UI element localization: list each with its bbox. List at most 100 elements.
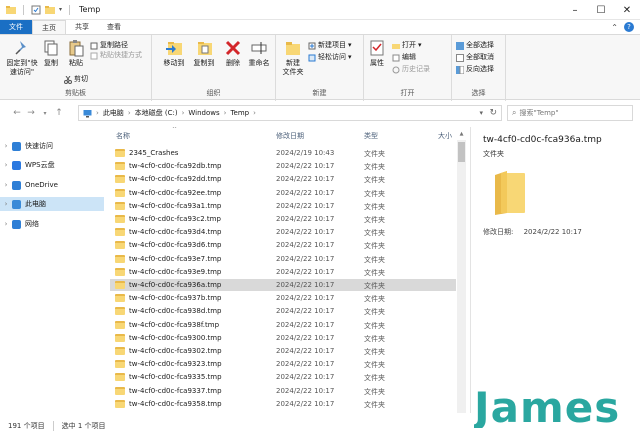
search-box[interactable]: ⌕ 搜索"Temp" xyxy=(507,105,633,121)
file-row[interactable]: 2345_Crashes 2024/2/19 10:43 文件夹 xyxy=(110,147,456,159)
column-size[interactable]: 大小 xyxy=(438,131,452,141)
easy-access-button[interactable]: 轻松访问 ▾ xyxy=(308,53,352,62)
breadcrumb-temp[interactable]: Temp xyxy=(230,109,249,117)
new-folder-button[interactable]: 新建 文件夹 xyxy=(280,39,306,77)
file-row[interactable]: tw-4cf0-cd0c-fca92dd.tmp 2024/2/22 10:17 文… xyxy=(110,173,456,185)
column-headers: ^ 名称 修改日期 类型 大小 xyxy=(110,127,456,143)
invert-selection-button[interactable]: 反向选择 xyxy=(456,65,494,74)
nav-item-onedrive[interactable]: › OneDrive xyxy=(0,178,104,192)
file-row[interactable]: tw-4cf0-cd0c-fca9302.tmp 2024/2/22 10:17 文… xyxy=(110,345,456,357)
nav-item-quick-access[interactable]: › 快速访问 xyxy=(0,139,104,153)
rename-button[interactable]: 重命名 xyxy=(246,39,272,68)
file-name: tw-4cf0-cd0c-fca9337.tmp xyxy=(129,386,222,395)
copy-to-button[interactable]: 复制到 xyxy=(190,39,218,68)
file-row[interactable]: tw-4cf0-cd0c-fca938d.tmp 2024/2/22 10:17 文… xyxy=(110,305,456,317)
file-type: 文件夹 xyxy=(364,150,385,158)
paste-shortcut-button[interactable]: 粘贴快捷方式 xyxy=(90,51,142,60)
scroll-up-icon[interactable]: ▲ xyxy=(457,131,466,140)
select-all-button[interactable]: 全部选择 xyxy=(456,41,494,50)
properties-icon xyxy=(370,40,384,56)
address-bar[interactable]: › 此电脑 › 本地磁盘 (C:) › Windows › Temp › ▾ ↻ xyxy=(78,105,502,121)
new-item-button[interactable]: 新建项目 ▾ xyxy=(308,41,352,50)
copy-to-icon xyxy=(198,42,212,55)
toolbar-divider xyxy=(69,4,71,15)
file-row[interactable]: tw-4cf0-cd0c-fca93a1.tmp 2024/2/22 10:17 文… xyxy=(110,200,456,212)
breadcrumb-local-disk[interactable]: 本地磁盘 (C:) xyxy=(135,108,178,118)
edit-button[interactable]: 编辑 xyxy=(392,53,416,62)
nav-item-this-pc[interactable]: › 此电脑 xyxy=(0,197,104,211)
open-button[interactable]: 打开 ▾ xyxy=(392,41,422,50)
pin-quick-access-button[interactable]: 固定到"快 速访问" xyxy=(4,39,40,77)
history-icon xyxy=(392,66,400,73)
collapse-ribbon-icon[interactable]: ⌃ xyxy=(611,23,618,32)
file-row[interactable]: tw-4cf0-cd0c-fca93d4.tmp 2024/2/22 10:17 文… xyxy=(110,226,456,238)
expand-chevron-icon[interactable]: › xyxy=(0,142,12,150)
cut-button[interactable]: 剪切 xyxy=(64,75,88,84)
move-to-button[interactable]: 移动到 xyxy=(160,39,188,68)
file-row[interactable]: tw-4cf0-cd0c-fca93e7.tmp 2024/2/22 10:17 文… xyxy=(110,253,456,265)
up-arrow-icon[interactable]: ↑ xyxy=(52,108,66,118)
properties-icon[interactable] xyxy=(31,5,41,15)
column-date[interactable]: 修改日期 xyxy=(276,131,304,141)
file-name: tw-4cf0-cd0c-fca9323.tmp xyxy=(129,360,222,369)
recent-dropdown-icon[interactable]: ▾ xyxy=(38,110,52,117)
breadcrumb-this-pc[interactable]: 此电脑 xyxy=(103,108,124,118)
file-type: 文件夹 xyxy=(364,229,385,238)
file-row[interactable]: tw-4cf0-cd0c-fca9300.tmp 2024/2/22 10:17 文… xyxy=(110,332,456,344)
vertical-scrollbar[interactable]: ▲ xyxy=(457,131,466,413)
scrollbar-thumb[interactable] xyxy=(458,142,465,162)
tab-file[interactable]: 文件 xyxy=(0,20,32,34)
forward-arrow-icon[interactable]: → xyxy=(24,108,38,118)
file-row[interactable]: tw-4cf0-cd0c-fca93d6.tmp 2024/2/22 10:17 文… xyxy=(110,239,456,251)
quick-access-toolbar: ▾ xyxy=(0,4,73,15)
file-row[interactable]: tw-4cf0-cd0c-fca9323.tmp 2024/2/22 10:17 文… xyxy=(110,358,456,370)
file-type: 文件夹 xyxy=(364,348,385,356)
file-row[interactable]: tw-4cf0-cd0c-fca92db.tmp 2024/2/22 10:17 文… xyxy=(110,160,456,172)
tab-view[interactable]: 查看 xyxy=(98,20,130,34)
file-row[interactable]: tw-4cf0-cd0c-fca9337.tmp 2024/2/22 10:17 文… xyxy=(110,385,456,397)
expand-chevron-icon[interactable]: › xyxy=(0,181,12,189)
paste-button[interactable]: 粘贴 xyxy=(64,39,88,68)
properties-button[interactable]: 属性 xyxy=(366,39,388,68)
file-row[interactable]: tw-4cf0-cd0c-fca93e9.tmp 2024/2/22 10:17 文… xyxy=(110,266,456,278)
file-row[interactable]: tw-4cf0-cd0c-fca938f.tmp 2024/2/22 10:17 文… xyxy=(110,319,456,331)
tab-share[interactable]: 共享 xyxy=(66,20,98,34)
group-label: 选择 xyxy=(471,89,486,97)
delete-button[interactable]: 删除 xyxy=(222,39,244,68)
nav-item-network[interactable]: › 网络 xyxy=(0,217,104,231)
file-row[interactable]: tw-4cf0-cd0c-fca92ee.tmp 2024/2/22 10:17 文… xyxy=(110,187,456,199)
breadcrumb-windows[interactable]: Windows xyxy=(188,109,219,117)
maximize-icon[interactable]: ☐ xyxy=(588,0,614,20)
file-row[interactable]: tw-4cf0-cd0c-fca93c2.tmp 2024/2/22 10:17 文… xyxy=(110,213,456,225)
qa-dropdown-icon[interactable]: ▾ xyxy=(59,6,62,13)
select-none-button[interactable]: 全部取消 xyxy=(456,53,494,62)
column-type[interactable]: 类型 xyxy=(364,131,378,141)
file-name: tw-4cf0-cd0c-fca92ee.tmp xyxy=(129,188,222,197)
file-row[interactable]: tw-4cf0-cd0c-fca9358.tmp 2024/2/22 10:17 文… xyxy=(110,398,456,410)
back-arrow-icon[interactable]: ← xyxy=(10,108,24,118)
history-button[interactable]: 历史记录 xyxy=(392,65,430,74)
tab-home[interactable]: 主页 xyxy=(32,20,66,34)
copy-button[interactable]: 复制 xyxy=(40,39,62,68)
file-row[interactable]: tw-4cf0-cd0c-fca937b.tmp 2024/2/22 10:17 文… xyxy=(110,292,456,304)
expand-chevron-icon[interactable]: › xyxy=(0,220,12,228)
title-bar: ▾ Temp – ☐ ✕ xyxy=(0,0,640,20)
address-dropdown-icon[interactable]: ▾ xyxy=(479,109,483,117)
new-folder-icon[interactable] xyxy=(45,5,55,15)
nav-item-wps-cloud[interactable]: › WPS云盘 xyxy=(0,158,104,172)
folder-icon xyxy=(115,175,125,184)
file-name: tw-4cf0-cd0c-fca93d6.tmp xyxy=(129,241,222,250)
file-list: ^ 名称 修改日期 类型 大小 2345_Crashes 2024/2/19 10… xyxy=(110,127,456,413)
file-row[interactable]: tw-4cf0-cd0c-fca936a.tmp 2024/2/22 10:17 文… xyxy=(110,279,456,291)
file-row[interactable]: tw-4cf0-cd0c-fca9335.tmp 2024/2/22 10:17 文… xyxy=(110,371,456,383)
file-date: 2024/2/22 10:17 xyxy=(276,215,335,223)
folder-icon xyxy=(115,333,125,342)
expand-chevron-icon[interactable]: › xyxy=(0,161,12,169)
column-name[interactable]: 名称 xyxy=(116,131,130,141)
minimize-icon[interactable]: – xyxy=(562,0,588,20)
refresh-icon[interactable]: ↻ xyxy=(489,108,497,118)
collapse-chevron-icon[interactable]: › xyxy=(0,200,12,208)
help-icon[interactable]: ? xyxy=(624,22,634,32)
copy-path-button[interactable]: 复制路径 xyxy=(90,41,128,50)
close-icon[interactable]: ✕ xyxy=(614,0,640,20)
